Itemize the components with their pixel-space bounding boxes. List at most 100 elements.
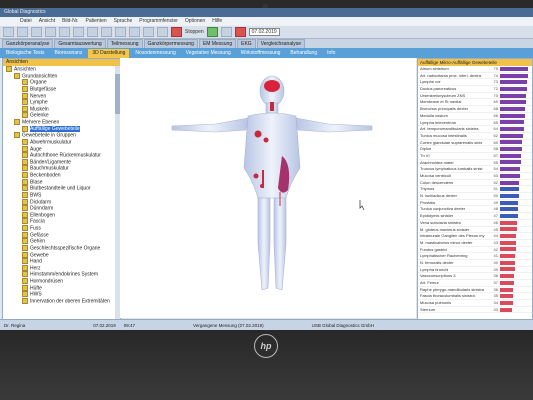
tree-item[interactable]: Nerven: [3, 92, 120, 100]
main-tab-3[interactable]: Nosodenmessung: [131, 49, 179, 58]
tree-item[interactable]: Auffällige Gewebeteile: [3, 125, 120, 133]
finding-row[interactable]: Epididymis sinister 47: [418, 213, 532, 220]
finding-row[interactable]: Art. temporomandibularis sinistra 64: [418, 126, 532, 133]
finding-row[interactable]: Fundus gastrici 42: [418, 247, 532, 254]
tree-item[interactable]: Hirnstamm/endokrines System: [3, 271, 120, 278]
tree-item[interactable]: Gefässe: [3, 231, 120, 239]
finding-row[interactable]: Vasoconscriptions 3 38: [418, 273, 532, 280]
tree-item[interactable]: Autochthone Rückenmuskulatur: [3, 152, 120, 159]
finding-row[interactable]: Prostata 49: [418, 200, 532, 207]
finding-row[interactable]: Lymphatischer Rachenring 41: [418, 253, 532, 260]
finding-row[interactable]: Art. radiocitania prox. inferi. dextra 74: [418, 73, 532, 80]
menu-item-6[interactable]: Optionen: [185, 17, 205, 26]
top-tab-2[interactable]: Teilmessung: [106, 39, 143, 48]
tree-item[interactable]: Dünndarm: [3, 205, 120, 212]
main-tab-4[interactable]: Vegetative Messung: [182, 49, 235, 58]
finding-row[interactable]: Th VI 57: [418, 153, 532, 160]
tool2-icon[interactable]: [87, 27, 98, 37]
top-tab-1[interactable]: Gesamtauswertung: [54, 39, 106, 48]
tree-item[interactable]: Bauchmuskulatur: [3, 165, 120, 172]
finding-row[interactable]: Mucosa pulmonis 34: [418, 300, 532, 307]
tool6-icon[interactable]: [143, 27, 154, 37]
main-tab-0[interactable]: Biologische Tests: [2, 49, 49, 58]
finding-row[interactable]: Medulla ossium 66: [418, 113, 532, 120]
finding-row[interactable]: Sternum 33: [418, 307, 532, 314]
tree-item[interactable]: Ansichten: [3, 66, 120, 73]
settings-icon[interactable]: [59, 27, 70, 37]
menu-item-0[interactable]: Datei: [20, 17, 32, 26]
tree-item[interactable]: Gewebe: [3, 251, 120, 259]
tree-item[interactable]: Blase: [3, 178, 120, 186]
finding-row[interactable]: Membrane et St medial 69: [418, 99, 532, 107]
finding-row[interactable]: Diploe 58: [418, 146, 532, 153]
main-tab-5[interactable]: Wirkstoffmessung: [237, 49, 285, 58]
finding-row[interactable]: Mucosa ventriculi 53: [418, 173, 532, 180]
main-tab-6[interactable]: Behandlung: [286, 49, 321, 58]
menu-item-2[interactable]: Bild-Nr.: [62, 17, 78, 26]
tree-item[interactable]: Auge: [3, 145, 120, 153]
main-tab-7[interactable]: Info: [323, 49, 339, 58]
finding-row[interactable]: Bronchus principalis dexter 68: [418, 106, 532, 113]
finding-row[interactable]: Lympha bronchi 39: [418, 267, 532, 274]
finding-row[interactable]: Fascia thoracolumbalis sinistra 35: [418, 293, 532, 301]
top-tab-3[interactable]: Ganzkörpermessung: [143, 39, 198, 48]
tree-item[interactable]: Abwehrmuskulatur: [3, 138, 120, 146]
finding-row[interactable]: Raphe pterygo-mandibularis sinistra 36: [418, 287, 532, 294]
tree-item[interactable]: Grundansichten: [3, 72, 120, 80]
tree-item[interactable]: Fuss: [3, 225, 120, 232]
finding-row[interactable]: Lympha telecentrum 65: [418, 120, 532, 127]
finding-row[interactable]: Ductus pancreaticus 72: [418, 86, 532, 93]
tree-item[interactable]: Herz: [3, 264, 120, 272]
top-tab-0[interactable]: Ganzkörperanalyse: [2, 39, 54, 48]
finding-row[interactable]: N. femoralis dexter 40: [418, 260, 532, 267]
finding-row[interactable]: Tunica conjunctiva dexter 48: [418, 206, 532, 214]
finding-row[interactable]: Colon descendens 52: [418, 180, 532, 187]
tree-item[interactable]: Hüfte: [3, 284, 120, 292]
save-icon[interactable]: [31, 27, 42, 37]
menu-item-5[interactable]: Programmfenster: [139, 17, 178, 26]
tool7-icon[interactable]: [157, 27, 168, 37]
finding-row[interactable]: Art. Femur 37: [418, 280, 532, 287]
print-icon[interactable]: [45, 27, 56, 37]
tree-item[interactable]: Gehirn: [3, 238, 120, 245]
tree-item[interactable]: Muskeln: [3, 105, 120, 113]
tree-item[interactable]: Beckenboden: [3, 172, 120, 179]
finding-row[interactable]: Arachnoidea mater 55: [418, 160, 532, 167]
tree-item[interactable]: Hormondrüsen: [3, 278, 120, 285]
tree-item[interactable]: Fascia: [3, 218, 120, 225]
menu-item-7[interactable]: Hilfe: [212, 17, 222, 26]
tree-item[interactable]: HWS: [3, 291, 120, 298]
menu-item-4[interactable]: Sprache: [114, 17, 133, 26]
tree-item[interactable]: Geschlechtsspezifische Organe: [3, 244, 120, 252]
menu-item-1[interactable]: Ansicht: [39, 17, 55, 26]
tool-icon[interactable]: [73, 27, 84, 37]
top-tab-6[interactable]: Vergleichsanalyse: [256, 39, 305, 48]
tree-item[interactable]: Organe: [3, 79, 120, 86]
tree-item[interactable]: Mehrere Ebenen: [3, 119, 120, 126]
tree-item[interactable]: Lymphe: [3, 99, 120, 106]
tree-item[interactable]: Innervation der oberen Extremitäten: [3, 297, 120, 305]
top-tab-5[interactable]: EKG: [237, 39, 256, 48]
tool8-icon[interactable]: [220, 27, 232, 37]
open-icon[interactable]: [17, 27, 28, 37]
stop-button[interactable]: Stoppen: [185, 29, 204, 35]
finding-row[interactable]: N. ischiadicus dexter 50: [418, 193, 532, 200]
finding-row[interactable]: Atrium sinistrum 75: [418, 66, 532, 73]
finding-row[interactable]: M. masticatorius minor dexter 43: [418, 240, 532, 247]
finding-row[interactable]: Truncus lymphaticus lumbalis sinist 54: [418, 166, 532, 173]
finding-row[interactable]: M. gluteus maximus sinister 45: [418, 227, 532, 234]
finding-row[interactable]: Cortex glandulae suprarenalis sinis 60: [418, 140, 532, 147]
tool3-icon[interactable]: [101, 27, 112, 37]
menu-item-3[interactable]: Patienten: [86, 17, 107, 26]
tree-item[interactable]: Blutgefässe: [3, 85, 120, 93]
tree-item[interactable]: Blutbestandteile und Liquor: [3, 185, 120, 192]
date-field[interactable]: 07.02.2019: [248, 28, 280, 36]
main-tab-1[interactable]: Bioresonanz: [51, 49, 87, 58]
tool4-icon[interactable]: [115, 27, 126, 37]
tree-item[interactable]: Gewebeteile in Gruppen: [3, 132, 120, 139]
finding-row[interactable]: Lymphe cor 73: [418, 79, 532, 87]
tree-item[interactable]: BWS: [3, 191, 120, 199]
tree-item[interactable]: Bänder/Ligamente: [3, 158, 120, 166]
finding-row[interactable]: Thymus 51: [418, 186, 532, 194]
play-icon[interactable]: [206, 27, 218, 37]
